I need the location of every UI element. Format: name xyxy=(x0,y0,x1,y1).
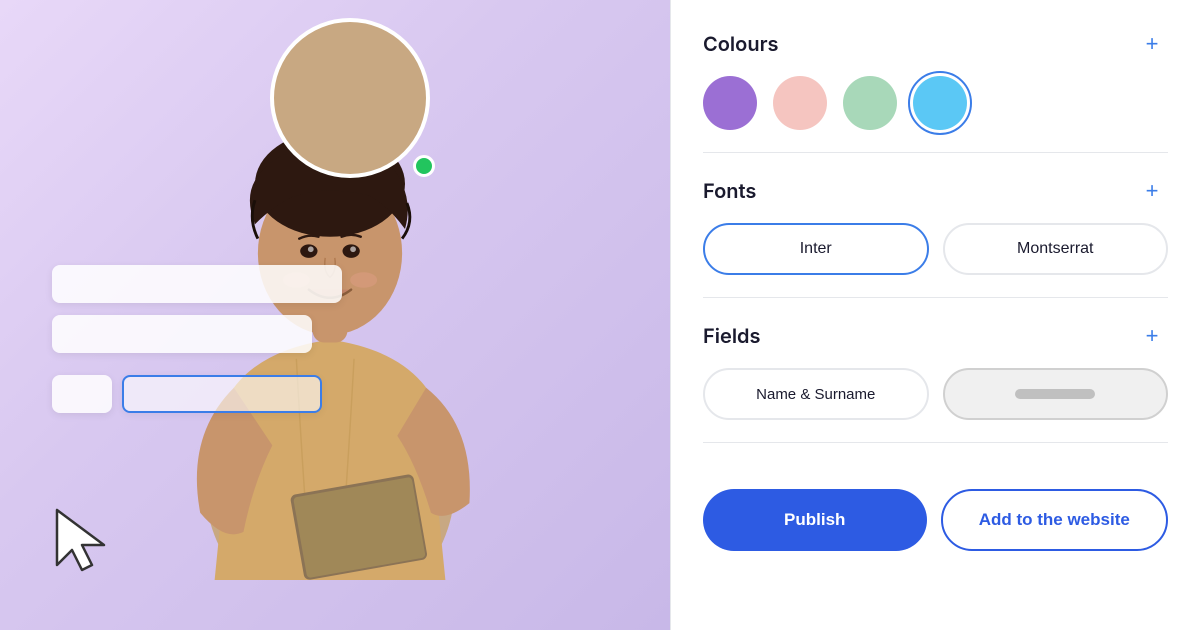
fields-add-button[interactable]: + xyxy=(1136,320,1168,352)
ui-bar-2 xyxy=(52,315,312,353)
left-panel xyxy=(0,0,670,630)
colours-add-button[interactable]: + xyxy=(1136,28,1168,60)
status-dot xyxy=(413,155,435,177)
fields-row: Name & Surname xyxy=(703,368,1168,420)
ui-bar-small xyxy=(52,375,112,413)
colours-title: Colours xyxy=(703,32,779,56)
fields-header: Fields + xyxy=(703,320,1168,352)
ui-bar-1 xyxy=(52,265,342,303)
cursor-arrow xyxy=(52,505,112,575)
ui-elements-overlay xyxy=(52,265,342,413)
field-name-surname-button[interactable]: Name & Surname xyxy=(703,368,929,420)
fields-title: Fields xyxy=(703,324,761,348)
ui-row xyxy=(52,375,342,413)
color-swatch-cyan[interactable] xyxy=(913,76,967,130)
fonts-add-button[interactable]: + xyxy=(1136,175,1168,207)
colours-section: Colours + xyxy=(703,28,1168,153)
fonts-row: Inter Montserrat xyxy=(703,223,1168,275)
colours-header: Colours + xyxy=(703,28,1168,60)
actions-row: Publish Add to the website xyxy=(703,489,1168,551)
field-empty-button[interactable] xyxy=(943,368,1169,420)
fonts-header: Fonts + xyxy=(703,175,1168,207)
fonts-title: Fonts xyxy=(703,179,756,203)
color-swatch-mint[interactable] xyxy=(843,76,897,130)
right-panel: Colours + Fonts + Inter Montserrat Field… xyxy=(670,0,1200,630)
font-montserrat-button[interactable]: Montserrat xyxy=(943,223,1169,275)
fields-section: Fields + Name & Surname xyxy=(703,320,1168,443)
publish-button[interactable]: Publish xyxy=(703,489,927,551)
color-swatch-pink[interactable] xyxy=(773,76,827,130)
font-inter-button[interactable]: Inter xyxy=(703,223,929,275)
fonts-section: Fonts + Inter Montserrat xyxy=(703,175,1168,298)
color-swatch-purple[interactable] xyxy=(703,76,757,130)
colours-row xyxy=(703,76,1168,130)
ui-bar-outlined xyxy=(122,375,322,413)
avatar-circle xyxy=(270,18,430,178)
add-to-website-button[interactable]: Add to the website xyxy=(941,489,1169,551)
